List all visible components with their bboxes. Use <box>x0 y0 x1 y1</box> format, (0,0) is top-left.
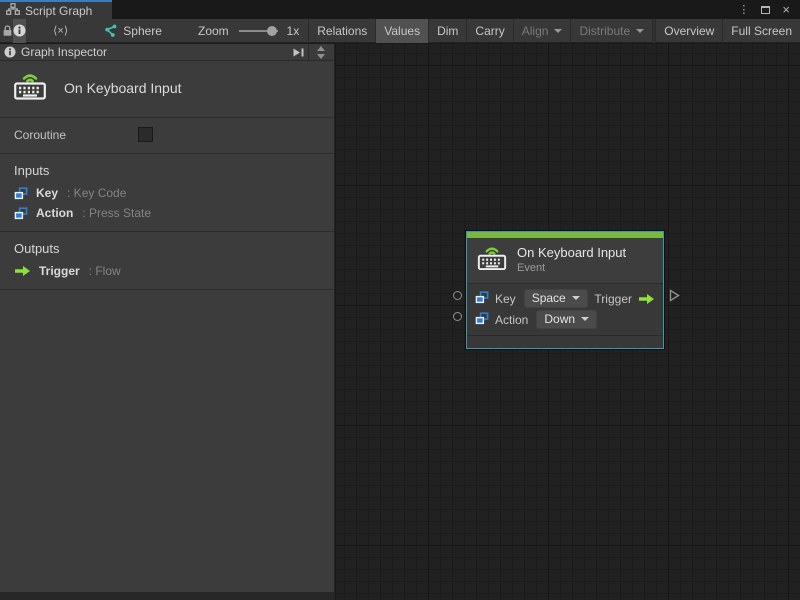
toolbar-button-align[interactable]: Align <box>512 18 571 43</box>
code-view-icon[interactable]: ⟨×⟩ <box>52 24 69 37</box>
node-header[interactable]: On Keyboard Input Event <box>467 238 663 284</box>
node-on-keyboard-input[interactable]: On Keyboard Input Event Key Space Trigge… <box>453 231 680 349</box>
input-row-action: Action : Press State <box>0 203 334 223</box>
info-icon <box>13 24 26 37</box>
graph-toolbar: ⟨×⟩ Sphere Zoom 1x Relations Values Dim … <box>0 18 800 43</box>
window-tab-bar: Script Graph ⋮ × <box>0 0 800 19</box>
action-dropdown[interactable]: Down <box>536 310 598 329</box>
inspector-toggle-button[interactable] <box>13 18 26 43</box>
value-port-icon <box>475 290 489 307</box>
toolbar-button-values[interactable]: Values <box>375 18 429 43</box>
graph-canvas[interactable]: On Keyboard Input Event Key Space Trigge… <box>336 44 800 600</box>
window-menu-icon[interactable]: ⋮ <box>738 3 749 16</box>
script-graph-asset-icon <box>105 24 117 37</box>
zoom-slider-handle[interactable] <box>266 25 277 36</box>
graph-target[interactable]: Sphere <box>103 24 162 38</box>
spinner-down-icon[interactable] <box>317 53 325 63</box>
toolbar-button-dim[interactable]: Dim <box>428 18 466 43</box>
toolbar-button-fullscreen[interactable]: Full Screen <box>722 18 800 43</box>
coroutine-label: Coroutine <box>14 127 67 142</box>
caret-down-icon <box>581 317 590 325</box>
coroutine-row: Coroutine <box>0 118 334 154</box>
port-type: : Flow <box>88 264 121 278</box>
lock-icon[interactable] <box>2 19 13 43</box>
trigger-output-port[interactable] <box>669 289 680 307</box>
keyboard-signal-icon <box>476 244 508 276</box>
input-row-key: Key : Key Code <box>0 183 334 203</box>
port-name: Trigger <box>39 264 80 278</box>
port-name: Action <box>36 206 74 220</box>
port-name: Key <box>36 186 59 200</box>
node-footer <box>467 335 663 348</box>
toolbar-button-distribute[interactable]: Distribute <box>570 18 652 43</box>
node-port-label: Action <box>495 312 529 327</box>
node-title: On Keyboard Input <box>517 245 627 261</box>
maximize-icon[interactable] <box>761 5 771 14</box>
dock-panel-icon[interactable] <box>292 47 305 58</box>
port-type: : Key Code <box>67 186 127 200</box>
action-input-port[interactable] <box>453 312 462 321</box>
value-port-icon <box>14 206 28 219</box>
inspected-unit-header: On Keyboard Input <box>0 61 334 118</box>
node-body: Key Space Trigger Action Down <box>467 284 663 335</box>
value-port-icon <box>14 186 28 199</box>
info-icon <box>4 46 16 58</box>
zoom-label: Zoom <box>197 23 229 38</box>
close-icon[interactable]: × <box>782 3 790 16</box>
output-row-trigger: Trigger : Flow <box>0 261 334 281</box>
flow-arrow-icon <box>639 293 654 304</box>
node-port-label: Key <box>495 291 516 306</box>
inputs-section-header: Inputs <box>14 163 50 178</box>
toolbar-button-carry[interactable]: Carry <box>466 18 512 43</box>
outputs-section-header: Outputs <box>14 241 60 256</box>
graph-inspector-title: Graph Inspector <box>21 45 108 59</box>
graph-inspector-header[interactable]: Graph Inspector <box>0 44 334 61</box>
graph-inspector-panel: Graph Inspector On Keyboard Input Corout… <box>0 44 335 592</box>
tab-script-graph[interactable]: Script Graph <box>0 0 112 19</box>
tab-label: Script Graph <box>25 3 93 18</box>
script-graph-icon <box>6 3 20 18</box>
port-type: : Press State <box>82 206 152 220</box>
coroutine-checkbox[interactable] <box>138 127 153 142</box>
zoom-value: 1x <box>286 23 300 38</box>
caret-down-icon <box>554 28 563 37</box>
target-label: Sphere <box>123 23 162 38</box>
keyboard-signal-icon <box>12 70 48 106</box>
caret-down-icon <box>636 28 645 37</box>
flow-arrow-icon <box>15 266 30 276</box>
unit-title: On Keyboard Input <box>64 80 182 96</box>
node-subtitle: Event <box>517 261 546 274</box>
toolbar-button-overview[interactable]: Overview <box>655 18 722 43</box>
zoom-slider[interactable] <box>238 25 278 36</box>
trigger-output-label: Trigger <box>594 291 632 306</box>
panel-spinner[interactable] <box>312 42 330 63</box>
panel-bottom-edge <box>0 592 335 600</box>
node-row-key: Key Space Trigger <box>475 288 655 309</box>
toolbar-button-relations[interactable]: Relations <box>308 18 375 43</box>
spinner-up-icon[interactable] <box>317 42 325 51</box>
key-dropdown[interactable]: Space <box>523 289 588 308</box>
caret-down-icon <box>571 296 580 304</box>
value-port-icon <box>475 311 489 328</box>
key-input-port[interactable] <box>453 291 462 300</box>
node-row-action: Action Down <box>475 309 655 330</box>
